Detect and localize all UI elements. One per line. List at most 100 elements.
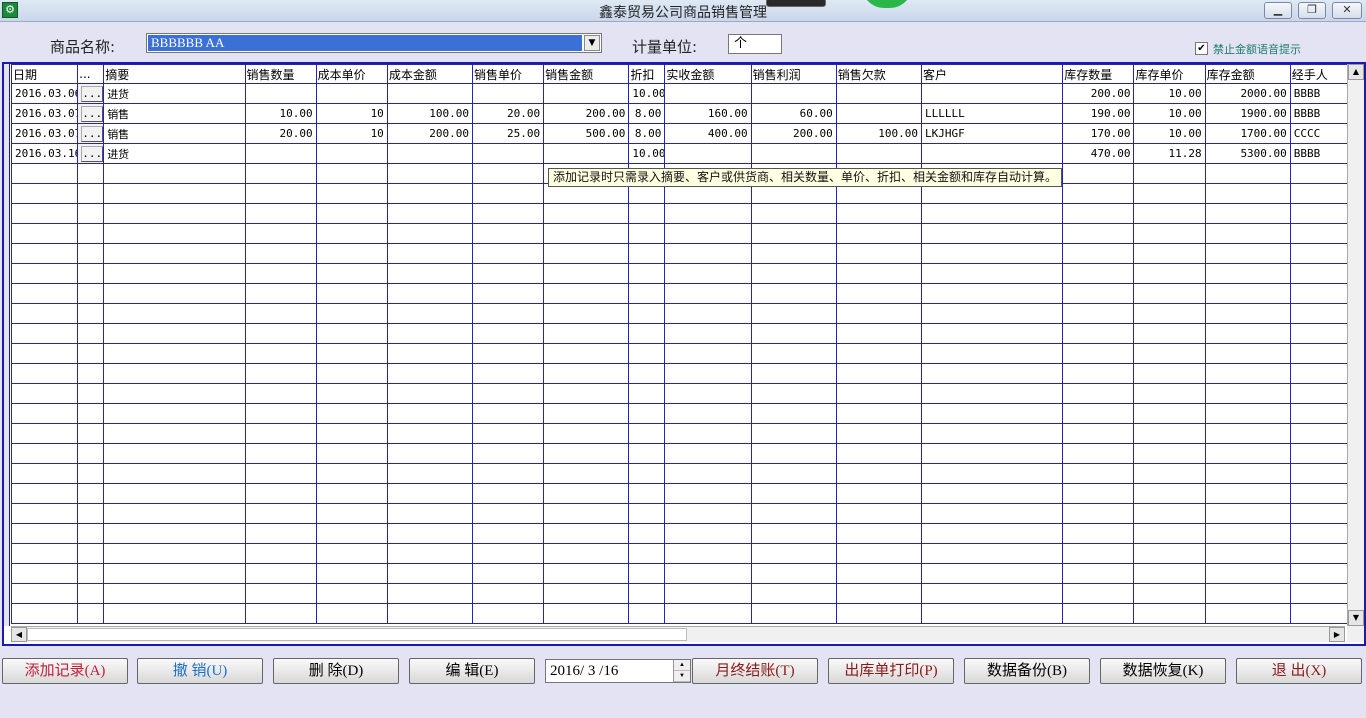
empty-cell[interactable] (750, 583, 837, 604)
empty-cell[interactable] (543, 603, 630, 624)
empty-cell[interactable] (386, 563, 474, 584)
empty-cell[interactable] (664, 483, 752, 504)
chevron-down-icon[interactable]: ▼ (584, 35, 600, 51)
empty-cell[interactable] (1289, 383, 1350, 404)
empty-cell[interactable] (1133, 283, 1206, 304)
empty-cell[interactable] (1133, 563, 1206, 584)
empty-cell[interactable] (664, 363, 752, 384)
empty-cell[interactable] (543, 283, 630, 304)
empty-cell[interactable] (10, 183, 79, 204)
empty-cell[interactable] (920, 283, 1064, 304)
empty-cell[interactable] (543, 583, 630, 604)
empty-cell[interactable] (1062, 343, 1135, 364)
empty-cell[interactable] (471, 163, 545, 184)
empty-cell[interactable] (315, 603, 388, 624)
empty-cell[interactable] (386, 223, 474, 244)
empty-cell[interactable] (10, 403, 79, 424)
empty-cell[interactable] (77, 303, 105, 324)
empty-cell[interactable] (1133, 503, 1206, 524)
table-cell[interactable]: 10.00 (1133, 103, 1206, 124)
date-picker[interactable]: 2016/ 3 /16 ▲ ▼ (545, 659, 691, 683)
table-row[interactable] (10, 403, 1350, 424)
empty-cell[interactable] (920, 483, 1064, 504)
empty-cell[interactable] (1062, 503, 1135, 524)
empty-cell[interactable] (10, 603, 79, 624)
empty-cell[interactable] (1062, 203, 1135, 224)
table-cell[interactable]: 8.00 (628, 123, 666, 144)
table-row[interactable] (10, 323, 1350, 344)
empty-cell[interactable] (10, 523, 79, 544)
scroll-down-icon[interactable]: ▼ (1348, 610, 1364, 626)
empty-cell[interactable] (103, 203, 246, 224)
empty-cell[interactable] (471, 323, 545, 344)
empty-cell[interactable] (1289, 303, 1350, 324)
empty-cell[interactable] (1204, 583, 1291, 604)
empty-cell[interactable] (103, 583, 246, 604)
empty-cell[interactable] (244, 163, 317, 184)
empty-cell[interactable] (10, 223, 79, 244)
edit-button[interactable]: 编 辑(E) (409, 658, 535, 684)
empty-cell[interactable] (1133, 303, 1206, 324)
empty-cell[interactable] (920, 323, 1064, 344)
empty-cell[interactable] (835, 403, 922, 424)
empty-cell[interactable] (1289, 503, 1350, 524)
scroll-thumb[interactable] (27, 628, 687, 641)
table-row[interactable] (10, 483, 1350, 504)
empty-cell[interactable] (1204, 423, 1291, 444)
empty-cell[interactable] (920, 603, 1064, 624)
empty-cell[interactable] (920, 243, 1064, 264)
empty-cell[interactable] (1062, 463, 1135, 484)
empty-cell[interactable] (10, 163, 79, 184)
empty-cell[interactable] (543, 263, 630, 284)
row-detail-button[interactable]: ... (77, 103, 105, 124)
empty-cell[interactable] (1204, 263, 1291, 284)
empty-cell[interactable] (386, 363, 474, 384)
column-header[interactable]: 库存单价 (1133, 64, 1206, 84)
empty-cell[interactable] (315, 563, 388, 584)
empty-cell[interactable] (471, 263, 545, 284)
column-header[interactable]: ... (77, 64, 105, 84)
row-detail-button[interactable]: ... (77, 143, 105, 164)
empty-cell[interactable] (1289, 603, 1350, 624)
ellipsis-icon[interactable]: ... (81, 145, 103, 162)
empty-cell[interactable] (315, 403, 388, 424)
table-row[interactable] (10, 583, 1350, 604)
empty-cell[interactable] (386, 263, 474, 284)
empty-cell[interactable] (244, 283, 317, 304)
empty-cell[interactable] (920, 303, 1064, 324)
table-cell[interactable]: 200.00 (386, 123, 474, 144)
empty-cell[interactable] (1133, 423, 1206, 444)
column-header[interactable]: 库存金额 (1204, 64, 1291, 84)
empty-cell[interactable] (1062, 563, 1135, 584)
empty-cell[interactable] (77, 323, 105, 344)
horizontal-scrollbar[interactable]: ◀ ▶ (11, 626, 1345, 642)
empty-cell[interactable] (77, 243, 105, 264)
table-row[interactable] (10, 603, 1350, 624)
table-row[interactable] (10, 343, 1350, 364)
empty-cell[interactable] (920, 523, 1064, 544)
empty-cell[interactable] (244, 323, 317, 344)
empty-cell[interactable] (1133, 603, 1206, 624)
empty-cell[interactable] (1204, 163, 1291, 184)
empty-cell[interactable] (77, 483, 105, 504)
empty-cell[interactable] (244, 423, 317, 444)
empty-cell[interactable] (471, 283, 545, 304)
column-header[interactable]: 成本金额 (386, 64, 474, 84)
table-cell[interactable]: 10.00 (1133, 83, 1206, 104)
empty-cell[interactable] (1062, 423, 1135, 444)
ellipsis-icon[interactable]: ... (81, 85, 103, 102)
empty-cell[interactable] (1133, 203, 1206, 224)
empty-cell[interactable] (10, 303, 79, 324)
empty-cell[interactable] (1204, 483, 1291, 504)
table-row[interactable] (10, 503, 1350, 524)
table-cell[interactable]: 100.00 (835, 123, 922, 144)
empty-cell[interactable] (1289, 483, 1350, 504)
column-header[interactable]: 客户 (920, 64, 1064, 84)
table-cell[interactable] (750, 83, 837, 104)
exit-button[interactable]: 退 出(X) (1236, 658, 1362, 684)
empty-cell[interactable] (103, 503, 246, 524)
empty-cell[interactable] (1289, 243, 1350, 264)
empty-cell[interactable] (628, 283, 666, 304)
empty-cell[interactable] (386, 543, 474, 564)
table-cell[interactable]: 10.00 (628, 143, 666, 164)
